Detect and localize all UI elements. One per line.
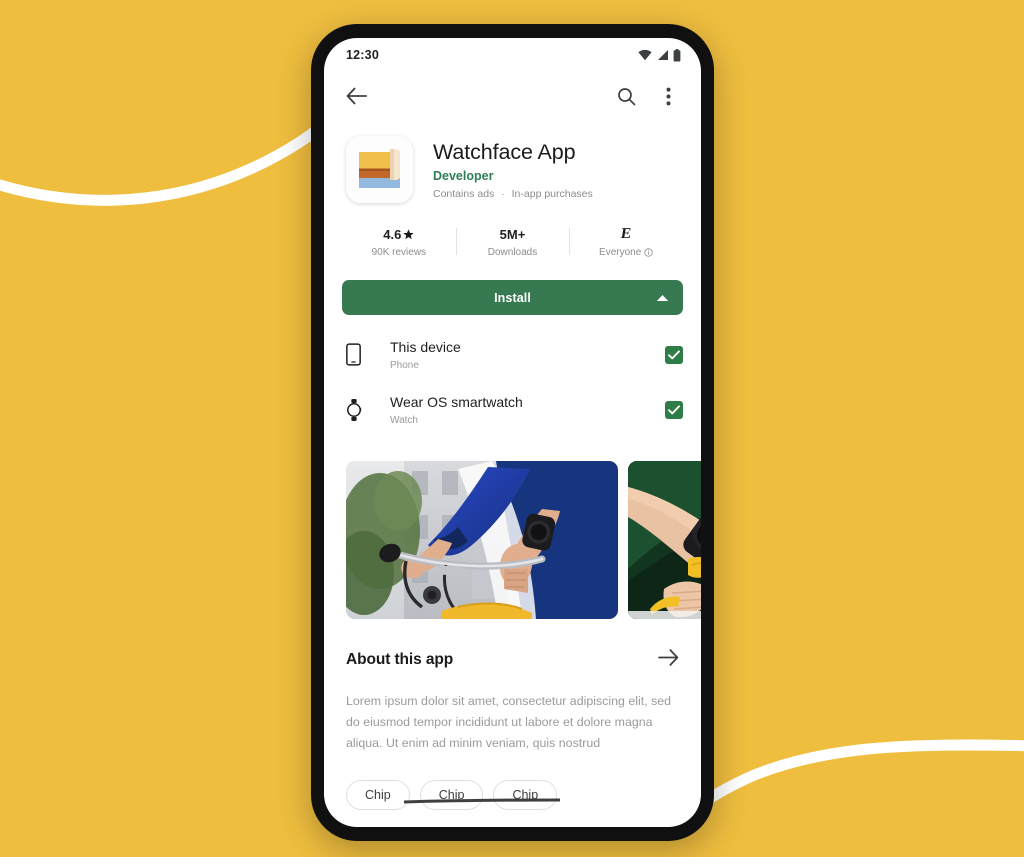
screenshot-thumbnail-2[interactable] [628, 461, 701, 619]
app-title: Watchface App [433, 140, 576, 164]
device-checkbox-this-device[interactable] [665, 345, 683, 364]
screenshot-thumbnail-1[interactable] [346, 461, 618, 619]
stat-content-rating[interactable]: E Everyone [569, 225, 683, 258]
stat-content-rating-caption-text: Everyone [599, 247, 642, 258]
phone-icon [346, 343, 361, 366]
caret-up-icon [656, 294, 669, 301]
info-outline-icon[interactable] [644, 248, 654, 257]
watch-icon [347, 398, 362, 421]
status-bar: 12:30 [324, 38, 701, 72]
app-icon [346, 136, 413, 203]
app-bar [324, 72, 701, 120]
app-header: Watchface App Developer Contains ads · I… [324, 120, 701, 203]
app-meta: Watchface App Developer Contains ads · I… [433, 136, 593, 200]
arrow-forward-icon [658, 649, 679, 666]
chip-row: Chip Chip Chip [324, 754, 701, 810]
stat-rating-caption: 90K reviews [372, 247, 426, 258]
about-title: About this app [346, 651, 454, 668]
cellular-signal-icon [658, 50, 668, 60]
stat-rating-caption-text: 90K reviews [371, 247, 427, 258]
search-icon [617, 87, 635, 105]
stat-downloads: 5M+ Downloads [455, 225, 570, 258]
device-icon-wrap [344, 343, 382, 366]
chip-2[interactable]: Chip [419, 780, 484, 810]
about-forward-button[interactable] [658, 649, 679, 671]
watch-icon-wrap [344, 398, 382, 422]
stat-downloads-caption-text: Downloads [487, 247, 538, 258]
phone-device-frame: 12:30 Watchface App Developer Contains a… [311, 24, 714, 841]
checkmark-icon [668, 404, 680, 414]
mockup-canvas: 12:30 Watchface App Developer Contains a… [0, 0, 1024, 857]
device-selection-list: This device Phone Wear OS smartwatch Wat… [324, 315, 701, 437]
chip-label: Chip [512, 788, 539, 802]
more-vert-icon [666, 87, 670, 105]
battery-icon [673, 48, 681, 61]
swoosh-top-left [0, 72, 368, 206]
device-checkbox-wear-os[interactable] [665, 400, 683, 419]
device-name: Wear OS smartwatch [390, 394, 523, 410]
checkmark-icon [668, 349, 680, 359]
device-name: This device [390, 339, 461, 355]
app-badges: Contains ads · In-app purchases [433, 188, 593, 200]
install-button-label: Install [494, 290, 531, 305]
device-text-wear-os: Wear OS smartwatch Watch [382, 393, 665, 426]
chip-label: Chip [365, 788, 391, 802]
install-button[interactable]: Install [342, 280, 683, 315]
cyclist-photo [346, 461, 618, 619]
about-header[interactable]: About this app [346, 649, 679, 671]
chip-label: Chip [438, 788, 465, 802]
install-expand-button[interactable] [656, 289, 669, 307]
wrist-watch-photo [628, 461, 701, 619]
stat-rating-value: 4.6 [383, 226, 402, 242]
stat-rating-value-wrap: 4.6 [383, 225, 415, 243]
watchface-app-icon-art [346, 136, 413, 203]
status-bar-clock: 12:30 [346, 48, 379, 62]
arrow-back-icon [346, 87, 367, 105]
overflow-menu-button[interactable] [653, 81, 683, 111]
search-button[interactable] [611, 81, 641, 111]
about-section: About this app Lorem ipsum dolor sit ame… [324, 619, 701, 754]
chip-1[interactable]: Chip [346, 780, 410, 810]
screenshot-carousel[interactable] [324, 437, 701, 619]
install-section: Install [324, 258, 701, 315]
device-kind: Watch [390, 415, 418, 426]
device-row-this-device[interactable]: This device Phone [342, 327, 683, 382]
chip-3[interactable]: Chip [493, 780, 558, 810]
stat-downloads-value: 5M+ [499, 226, 526, 242]
device-text-this-device: This device Phone [382, 338, 665, 371]
device-row-wear-os[interactable]: Wear OS smartwatch Watch [342, 382, 683, 437]
phone-screen: 12:30 Watchface App Developer Contains a… [324, 38, 701, 827]
app-developer-link[interactable]: Developer [433, 169, 593, 183]
stat-content-rating-value-wrap: E [619, 225, 633, 243]
about-description: Lorem ipsum dolor sit amet, consectetur … [346, 694, 672, 750]
stat-downloads-value-wrap: 5M+ [500, 225, 526, 243]
star-icon [403, 228, 415, 239]
stat-content-rating-caption: Everyone [599, 247, 654, 258]
esrb-everyone-icon: E [619, 226, 633, 242]
app-stats-row: 4.6 90K reviews 5M+ Downloads E Everyone [342, 225, 683, 258]
wifi-icon [638, 49, 652, 61]
device-kind: Phone [390, 360, 419, 371]
swoosh-bottom-right [700, 739, 1024, 807]
stat-downloads-caption: Downloads [488, 247, 537, 258]
status-bar-icons [638, 48, 681, 62]
stat-rating[interactable]: 4.6 90K reviews [342, 225, 456, 259]
badge-separator: · [501, 188, 505, 200]
back-button[interactable] [341, 81, 371, 111]
badge-contains-ads: Contains ads [433, 188, 495, 200]
badge-in-app-purchases: In-app purchases [511, 188, 593, 200]
